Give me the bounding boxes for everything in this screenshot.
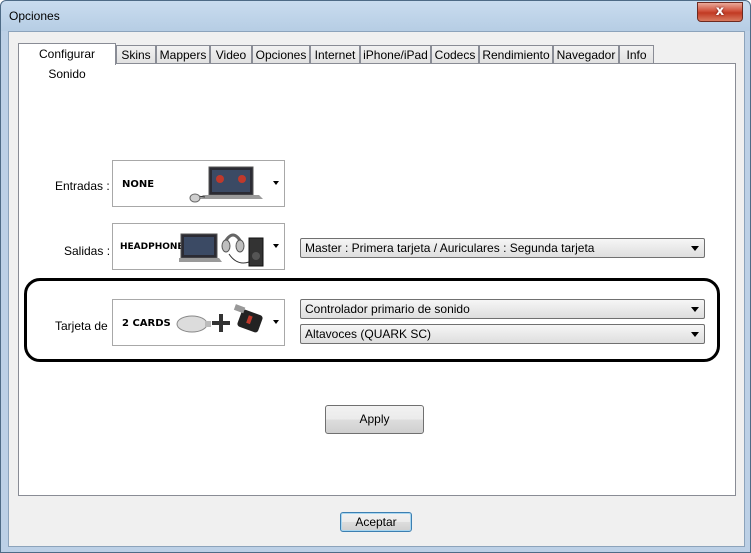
tab-internet[interactable]: Internet [310, 45, 360, 63]
close-icon: x [715, 4, 725, 19]
laptop-mouse-icon [189, 166, 263, 203]
tab-codecs[interactable]: Codecs [431, 45, 479, 63]
output-routing-select[interactable]: Master : Primera tarjeta / Auriculares :… [300, 238, 705, 258]
sound-card-device-value: Altavoces (QUARK SC) [305, 327, 432, 341]
laptop-headphones-speaker-icon [179, 233, 264, 267]
tarjeta-combo-text: 2 CARDS [122, 318, 171, 329]
sound-card-driver-value: Controlador primario de sonido [305, 302, 470, 316]
window-title: Opciones [9, 9, 60, 23]
apply-button[interactable]: Apply [325, 405, 424, 434]
entradas-combo-text: NONE [122, 179, 155, 190]
options-window: Opciones x Configurar Sonido Skins Mappe… [0, 0, 751, 553]
chevron-down-icon [273, 244, 279, 248]
close-button[interactable]: x [697, 2, 743, 22]
tab-mappers[interactable]: Mappers [156, 45, 210, 63]
chevron-down-icon [273, 320, 279, 324]
tab-opciones[interactable]: Opciones [252, 45, 310, 63]
tab-iphone-ipad[interactable]: iPhone/iPad [360, 45, 431, 63]
sound-card-device-select[interactable]: Altavoces (QUARK SC) [300, 324, 705, 344]
sound-card-driver-select[interactable]: Controlador primario de sonido [300, 299, 705, 319]
accept-button[interactable]: Aceptar [340, 512, 412, 532]
tarjeta-label: Tarjeta de [55, 319, 108, 333]
tab-configurar-sonido[interactable]: Configurar Sonido [18, 43, 116, 81]
tarjeta-combo[interactable]: 2 CARDS [112, 299, 285, 346]
tab-skins[interactable]: Skins [116, 45, 156, 63]
chevron-down-icon [691, 246, 699, 251]
tab-video[interactable]: Video [210, 45, 252, 63]
title-bar[interactable]: Opciones x [1, 1, 750, 31]
output-routing-value: Master : Primera tarjeta / Auriculares :… [305, 241, 595, 255]
tab-info[interactable]: Info [619, 45, 654, 63]
salidas-combo[interactable]: HEADPHONES [112, 223, 285, 270]
chevron-down-icon [273, 181, 279, 185]
entradas-label: Entradas : [55, 179, 110, 193]
chevron-down-icon [691, 307, 699, 312]
entradas-combo[interactable]: NONE [112, 160, 285, 207]
tab-navegador[interactable]: Navegador [553, 45, 619, 63]
soundcard-usb-icon [176, 304, 263, 333]
tab-rendimiento[interactable]: Rendimiento [479, 45, 553, 63]
salidas-label: Salidas : [64, 244, 111, 258]
chevron-down-icon [691, 332, 699, 337]
